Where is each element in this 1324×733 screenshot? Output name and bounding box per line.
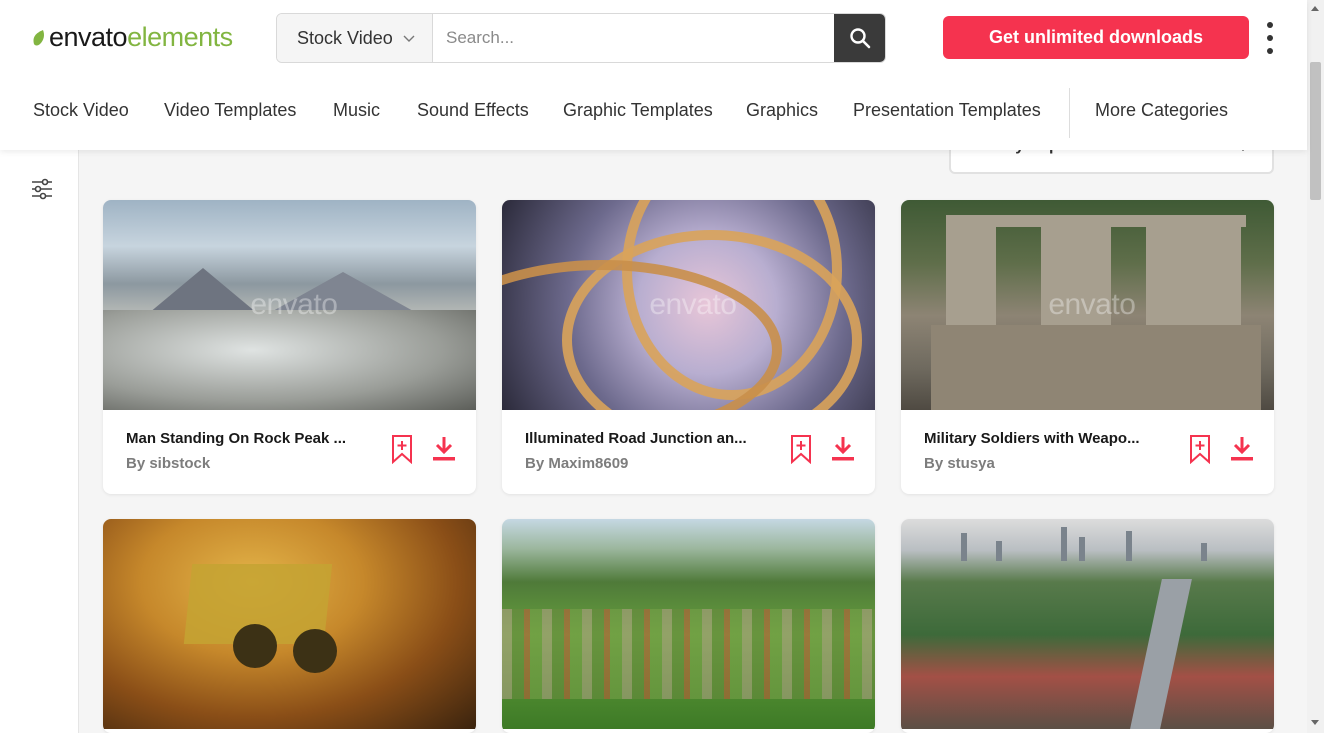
video-card[interactable]: envato Man Standing On Rock Peak ... By …	[103, 200, 476, 494]
video-card[interactable]	[103, 519, 476, 733]
card-title[interactable]: Illuminated Road Junction an...	[525, 430, 755, 447]
category-music[interactable]: Music	[333, 100, 380, 121]
watermark: envato	[250, 288, 338, 321]
category-divider	[1069, 88, 1070, 138]
scroll-up-arrow-icon[interactable]	[1311, 6, 1319, 11]
logo-word-envato: envato	[49, 22, 128, 52]
search-icon	[849, 28, 870, 49]
leaf-icon	[33, 29, 44, 45]
page-scrollbar[interactable]	[1307, 0, 1324, 733]
video-thumbnail[interactable]: envato	[502, 200, 875, 410]
logo-word-elements: elements	[127, 22, 233, 52]
scroll-down-arrow-icon[interactable]	[1311, 720, 1319, 725]
video-card[interactable]	[502, 519, 875, 733]
add-to-collection-icon[interactable]	[391, 434, 413, 464]
get-unlimited-downloads-button[interactable]: Get unlimited downloads	[943, 16, 1249, 59]
download-icon[interactable]	[1230, 436, 1254, 462]
add-to-collection-icon[interactable]	[790, 434, 812, 464]
add-to-collection-icon[interactable]	[1189, 434, 1211, 464]
card-meta: Man Standing On Rock Peak ... By sibstoc…	[103, 410, 476, 494]
download-icon[interactable]	[432, 436, 456, 462]
video-thumbnail[interactable]	[502, 519, 875, 729]
category-presentation-templates[interactable]: Presentation Templates	[853, 100, 1041, 121]
watermark: envato	[1048, 288, 1136, 321]
video-thumbnail[interactable]	[901, 519, 1274, 729]
category-video-templates[interactable]: Video Templates	[164, 100, 296, 121]
card-author[interactable]: By stusya	[924, 455, 995, 472]
video-thumbnail[interactable]	[103, 519, 476, 729]
video-card[interactable]: envato Illuminated Road Junction an... B…	[502, 200, 875, 494]
top-bar: envatoelements Stock Video Get unlimited…	[0, 0, 1307, 150]
category-sound-effects[interactable]: Sound Effects	[417, 100, 529, 121]
search-category-label: Stock Video	[297, 27, 393, 48]
search-button[interactable]	[834, 14, 885, 62]
video-card[interactable]	[901, 519, 1274, 733]
video-thumbnail[interactable]: envato	[901, 200, 1274, 410]
card-title[interactable]: Man Standing On Rock Peak ...	[126, 430, 356, 447]
envato-elements-logo[interactable]: envato elements	[32, 22, 233, 53]
search-bar: Stock Video	[276, 13, 886, 63]
watermark: envato	[649, 288, 737, 321]
scrollbar-thumb[interactable]	[1310, 62, 1321, 200]
more-options-menu-icon[interactable]	[1262, 22, 1278, 54]
category-graphic-templates[interactable]: Graphic Templates	[563, 100, 713, 121]
card-author[interactable]: By sibstock	[126, 455, 210, 472]
video-thumbnail[interactable]: envato	[103, 200, 476, 410]
category-stock-video[interactable]: Stock Video	[33, 100, 129, 121]
category-graphics[interactable]: Graphics	[746, 100, 818, 121]
search-category-dropdown[interactable]: Stock Video	[277, 14, 433, 62]
card-meta: Military Soldiers with Weapo... By stusy…	[901, 410, 1274, 494]
card-meta: Illuminated Road Junction an... By Maxim…	[502, 410, 875, 494]
search-input[interactable]	[433, 14, 834, 62]
card-title[interactable]: Military Soldiers with Weapo...	[924, 430, 1154, 447]
download-icon[interactable]	[831, 436, 855, 462]
video-card[interactable]: envato Military Soldiers with Weapo... B…	[901, 200, 1274, 494]
filter-sidebar	[0, 150, 79, 733]
filter-sliders-icon[interactable]	[31, 178, 53, 200]
card-author[interactable]: By Maxim8609	[525, 455, 628, 472]
category-more-categories[interactable]: More Categories	[1095, 100, 1228, 121]
chevron-down-icon	[403, 35, 415, 42]
